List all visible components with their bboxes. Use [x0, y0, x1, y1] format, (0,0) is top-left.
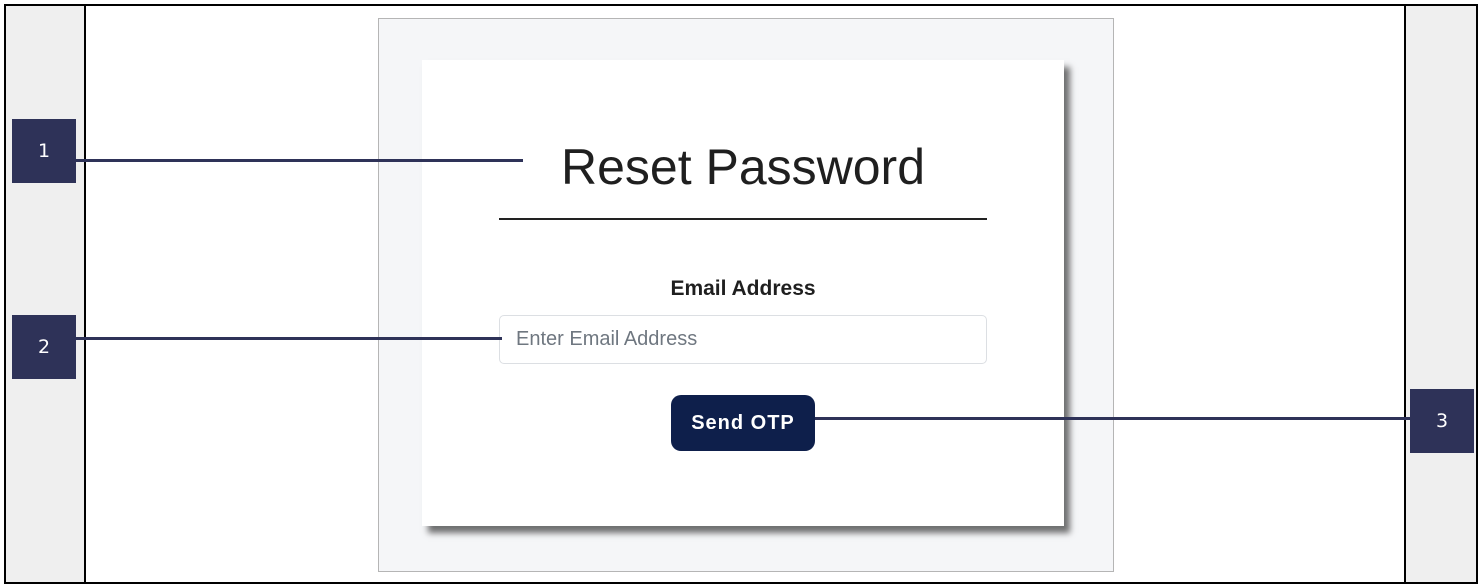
callout-leader-1	[76, 159, 523, 162]
email-label: Email Address	[670, 277, 816, 300]
callout-3: 3	[1410, 389, 1474, 453]
callout-leader-2	[76, 337, 502, 340]
callout-1: 1	[12, 119, 76, 183]
page-title: Reset Password	[560, 139, 926, 195]
callout-2: 2	[12, 315, 76, 379]
send-otp-button[interactable]: Send OTP	[671, 395, 815, 451]
callout-leader-3	[815, 417, 1410, 420]
title-divider	[499, 218, 987, 220]
email-field[interactable]	[499, 315, 987, 364]
